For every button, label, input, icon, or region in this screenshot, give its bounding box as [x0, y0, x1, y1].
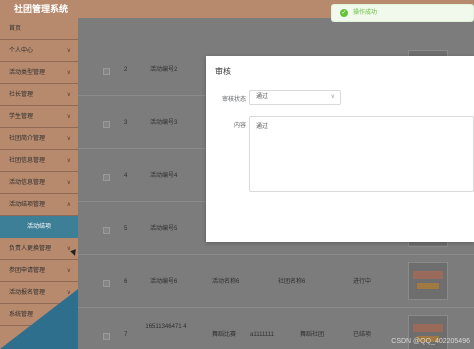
row-activity-no: 活动编号4	[150, 173, 178, 179]
chevron-down-icon: ∨	[330, 94, 335, 100]
toast-message: 操作成功	[353, 10, 378, 16]
content-textarea[interactable]: 通过	[249, 116, 474, 192]
sidebar-item-label: 活动结项管理	[9, 202, 46, 208]
sidebar-item-home[interactable]: 首页	[0, 18, 78, 40]
row-activity-no: 活动编号5	[150, 226, 178, 232]
sidebar-item-activity-types[interactable]: 活动类型管理 ∨	[0, 62, 78, 84]
audit-dialog: 审核 审核状态 通过 ∨ 内容 通过	[206, 56, 474, 242]
sidebar-item-label: 社团信息管理	[9, 158, 46, 164]
sidebar-item-students[interactable]: 学生管理 ∨	[0, 106, 78, 128]
row-club-name: 社团名称6	[278, 279, 306, 285]
row-index: 3	[124, 120, 128, 126]
row-status: 进行中	[353, 279, 372, 285]
row-index: 7	[124, 332, 128, 338]
sidebar-item-club-info[interactable]: 社团信息管理 ∨	[0, 150, 78, 172]
content-label: 内容	[233, 123, 246, 129]
sidebar-item-label: 社长管理	[9, 92, 34, 98]
sidebar-item-label: 负责人更换管理	[9, 246, 52, 252]
sidebar-item-label: 参团申请管理	[9, 268, 46, 274]
row-activity-no: 16511346471 4	[145, 324, 187, 330]
row-thumbnail	[408, 262, 448, 300]
sidebar-item-label: 个人中心	[9, 48, 34, 54]
chevron-down-icon: ∨	[66, 48, 71, 54]
chevron-up-icon: ∧	[66, 202, 71, 208]
chevron-down-icon: ∨	[66, 114, 71, 120]
row-checkbox[interactable]	[103, 68, 110, 75]
row-checkbox[interactable]	[103, 280, 110, 287]
sidebar-item-activity-closing[interactable]: 活动结项管理 ∧	[0, 194, 78, 216]
sidebar-item-label: 活动信息管理	[9, 180, 46, 186]
content-value: 通过	[256, 124, 269, 130]
sidebar-item-club-intro[interactable]: 社团简介管理 ∨	[0, 128, 78, 150]
success-toast: ✓ 操作成功	[331, 4, 474, 22]
chevron-down-icon: ∨	[66, 70, 71, 76]
sidebar-decoration	[0, 289, 78, 349]
audit-status-label: 审核状态	[221, 97, 246, 103]
row-activity-no: 活动编号2	[150, 67, 178, 73]
row-checkbox[interactable]	[103, 227, 110, 234]
sidebar-item-activity-info[interactable]: 活动信息管理 ∨	[0, 172, 78, 194]
audit-status-select[interactable]: 通过 ∨	[249, 90, 341, 105]
row-index: 6	[124, 279, 128, 285]
dialog-title: 审核	[215, 67, 231, 76]
sidebar-item-label: 活动结项	[27, 224, 52, 230]
row-activity-no: 活动编号3	[150, 120, 178, 126]
chevron-down-icon: ∨	[66, 158, 71, 164]
table-row[interactable]: 6 活动编号6 活动名称6 社团名称6 进行中	[78, 256, 474, 308]
watermark: CSDN @QQ_402205496	[391, 338, 470, 345]
row-status: 已结项	[353, 332, 372, 338]
audit-status-value: 通过	[256, 94, 269, 100]
sidebar-item-profile[interactable]: 个人中心 ∨	[0, 40, 78, 62]
row-account: a1111111	[250, 332, 275, 338]
sidebar-subitem-activity-closing[interactable]: 活动结项	[0, 216, 78, 238]
chevron-down-icon: ∨	[66, 136, 71, 142]
row-checkbox[interactable]	[103, 121, 110, 128]
row-index: 2	[124, 67, 128, 73]
row-index: 5	[124, 226, 128, 232]
row-checkbox[interactable]	[103, 174, 110, 181]
sidebar-item-label: 活动类型管理	[9, 70, 46, 76]
row-activity-no: 活动编号6	[150, 279, 178, 285]
chevron-down-icon: ∨	[66, 268, 71, 274]
row-activity-name: 舞蹈比赛	[212, 332, 237, 338]
row-club-name: 舞蹈社团	[300, 332, 325, 338]
sidebar-item-label: 社团简介管理	[9, 136, 46, 142]
sidebar-item-join-requests[interactable]: 参团申请管理 ∨	[0, 260, 78, 282]
row-index: 4	[124, 173, 128, 179]
chevron-down-icon: ∨	[66, 92, 71, 98]
check-circle-icon: ✓	[340, 9, 348, 17]
sidebar-item-leader-change[interactable]: 负责人更换管理 ∨	[0, 238, 78, 260]
chevron-down-icon: ∨	[66, 180, 71, 186]
sidebar-item-label: 学生管理	[9, 114, 34, 120]
app-title: 社团管理系统	[14, 4, 69, 14]
row-checkbox[interactable]	[103, 333, 110, 340]
row-activity-name: 活动名称6	[212, 279, 240, 285]
sidebar-item-presidents[interactable]: 社长管理 ∨	[0, 84, 78, 106]
chevron-down-icon: ∨	[66, 246, 71, 252]
sidebar-menu: 首页 个人中心 ∨ 活动类型管理 ∨ 社长管理 ∨ 学生管理 ∨ 社团简介管理 …	[0, 18, 78, 349]
sidebar-item-label: 首页	[9, 26, 22, 32]
